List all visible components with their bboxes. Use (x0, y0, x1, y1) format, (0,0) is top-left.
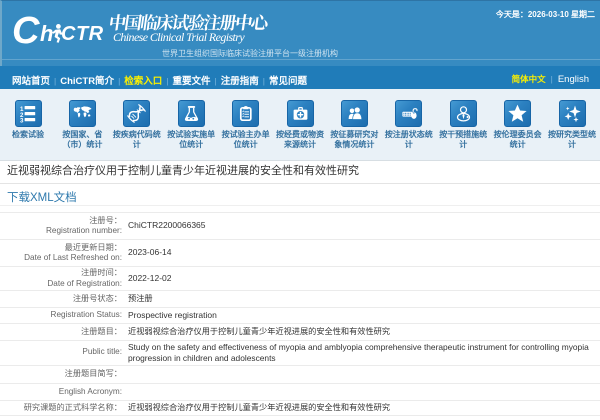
svg-text:3: 3 (20, 118, 24, 123)
